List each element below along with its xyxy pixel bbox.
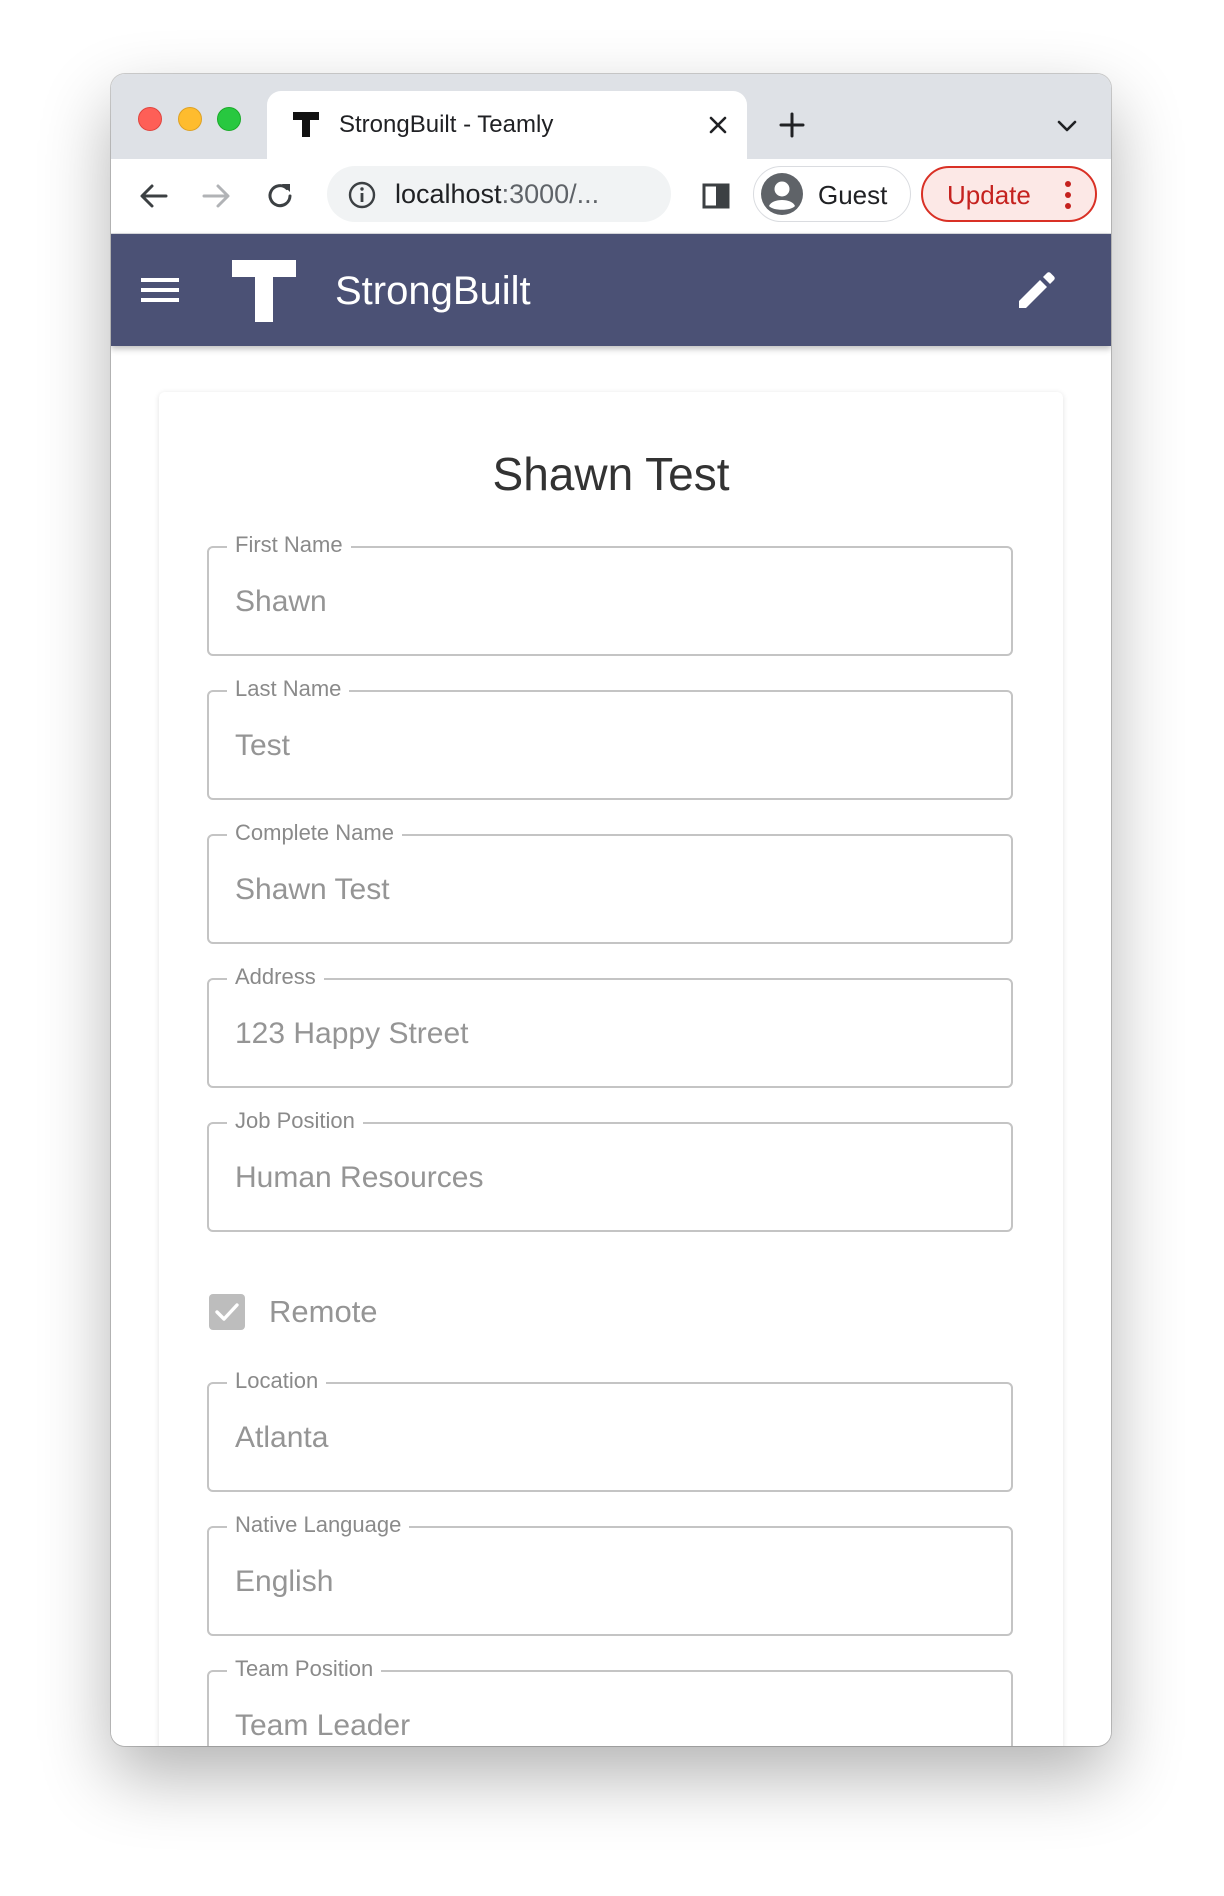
update-button[interactable]: Update: [921, 166, 1097, 222]
last-name-field[interactable]: Last Name Test: [207, 675, 1013, 800]
first-name-field[interactable]: First Name Shawn: [207, 531, 1013, 656]
app-logo-icon: [232, 260, 296, 322]
field-value: Shawn: [235, 585, 327, 618]
window-close-button[interactable]: [138, 107, 162, 131]
address-bar[interactable]: localhost:3000/...: [327, 166, 671, 222]
new-tab-icon[interactable]: [777, 110, 807, 140]
field-value: Test: [235, 729, 291, 762]
job-position-field[interactable]: Job Position Human Resources: [207, 1107, 1013, 1232]
app-bar: StrongBuilt: [111, 234, 1111, 346]
window-minimize-button[interactable]: [178, 107, 202, 131]
profile-button[interactable]: Guest: [753, 166, 911, 222]
update-label: Update: [947, 180, 1031, 210]
tab-title: StrongBuilt - Teamly: [339, 111, 554, 138]
teamly-favicon-icon: [293, 112, 319, 137]
remote-label: Remote: [269, 1294, 378, 1329]
back-arrow-icon[interactable]: [137, 179, 171, 213]
main-content: Shawn Test First Name Shawn Last Name Te…: [111, 346, 1111, 1746]
browser-window: StrongBuilt - Teamly localhost:3000/... …: [111, 74, 1111, 1746]
more-vert-icon[interactable]: [1063, 180, 1073, 210]
field-value: 123 Happy Street: [235, 1017, 469, 1050]
field-label: Team Position: [227, 1655, 382, 1683]
field-label: First Name: [227, 531, 351, 559]
field-value: English: [235, 1565, 334, 1598]
field-label: Native Language: [227, 1511, 410, 1539]
browser-tab[interactable]: StrongBuilt - Teamly: [267, 91, 747, 159]
remote-checkbox-row[interactable]: Remote: [207, 1292, 607, 1332]
url-host: localhost: [395, 179, 502, 209]
window-zoom-button[interactable]: [217, 107, 241, 131]
field-label: Address: [227, 963, 324, 991]
app-title: StrongBuilt: [335, 269, 531, 313]
reload-icon[interactable]: [263, 179, 297, 213]
browser-toolbar: localhost:3000/... Guest Update: [111, 159, 1111, 234]
checkmark-icon: [215, 1303, 239, 1321]
chevron-down-icon[interactable]: [1055, 114, 1079, 138]
location-field[interactable]: Location Atlanta: [207, 1367, 1013, 1492]
field-label: Last Name: [227, 675, 350, 703]
field-label: Job Position: [227, 1107, 363, 1135]
field-label: Location: [227, 1367, 327, 1395]
profile-card: Shawn Test First Name Shawn Last Name Te…: [159, 392, 1063, 1746]
address-field[interactable]: Address 123 Happy Street: [207, 963, 1013, 1088]
team-position-field[interactable]: Team Position Team Leader: [207, 1655, 1013, 1746]
profile-label: Guest: [818, 180, 888, 210]
side-panel-icon[interactable]: [699, 179, 733, 213]
tab-strip: StrongBuilt - Teamly: [111, 74, 1111, 159]
complete-name-field[interactable]: Complete Name Shawn Test: [207, 819, 1013, 944]
avatar-icon: [761, 173, 803, 215]
menu-icon[interactable]: [141, 276, 179, 304]
address-url: localhost:3000/...: [395, 178, 599, 210]
page-title: Shawn Test: [492, 448, 730, 500]
field-value: Shawn Test: [235, 873, 390, 906]
close-icon[interactable]: [705, 112, 731, 138]
field-value: Team Leader: [235, 1709, 411, 1742]
field-label: Complete Name: [227, 819, 402, 847]
url-path: :3000/...: [501, 179, 600, 209]
remote-checkbox[interactable]: [209, 1294, 245, 1330]
native-language-field[interactable]: Native Language English: [207, 1511, 1013, 1636]
info-icon[interactable]: [347, 180, 377, 210]
forward-arrow-icon[interactable]: [199, 179, 233, 213]
field-value: Atlanta: [235, 1421, 329, 1454]
edit-pencil-icon[interactable]: [1013, 268, 1059, 314]
field-value: Human Resources: [235, 1161, 484, 1194]
